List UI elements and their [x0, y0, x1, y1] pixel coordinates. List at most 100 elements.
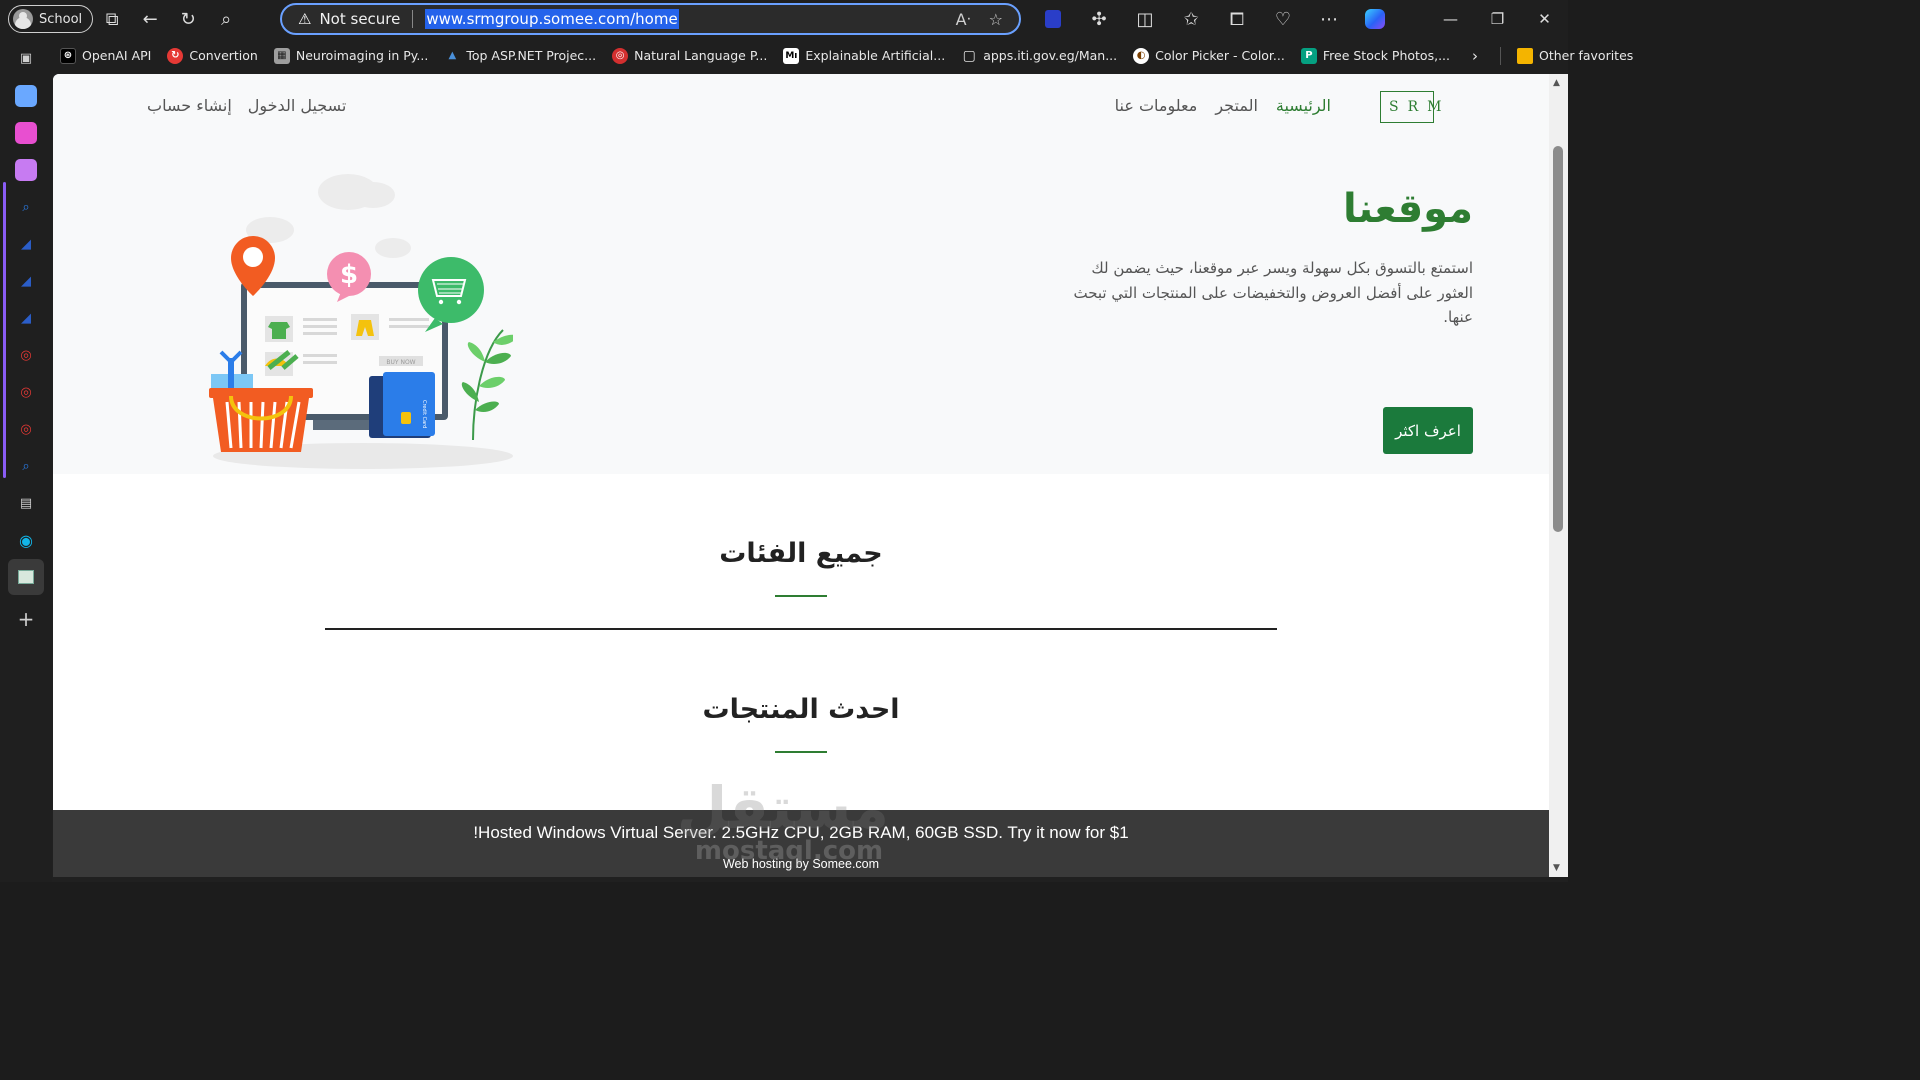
buy-now-label: BUY NOW [386, 359, 415, 366]
tab-current[interactable] [8, 559, 44, 595]
security-label[interactable]: Not secure [319, 10, 400, 28]
page-viewport: SRM الرئيسية المتجر معلومات عنا إنشاء حس… [53, 74, 1549, 877]
back-icon[interactable]: ← [131, 0, 169, 38]
close-icon[interactable]: ✕ [1521, 0, 1568, 38]
tab-site-2[interactable]: ◢ [8, 263, 44, 299]
nav-home-link[interactable]: الرئيسية [1276, 96, 1331, 115]
refresh-icon[interactable]: ↻ [169, 0, 207, 38]
site-navbar: SRM الرئيسية المتجر معلومات عنا إنشاء حس… [53, 74, 1549, 140]
tab-search-1[interactable]: ⌕ [8, 189, 44, 225]
scroll-down-icon[interactable]: ▼ [1553, 863, 1560, 873]
bookmark-label: Neuroimaging in Py... [295, 48, 429, 63]
favorites-separator [1500, 46, 1501, 65]
workspaces-icon[interactable]: ⧉ [93, 0, 131, 38]
svg-text:$: $ [340, 260, 358, 290]
profile-button[interactable]: School [8, 5, 94, 33]
bookmark-item[interactable]: ◐ Color Picker - Color... [1125, 42, 1293, 70]
scroll-up-icon[interactable]: ▲ [1553, 78, 1560, 88]
browser-window: School ⧉ ← ↻ ⌕ ⚠ Not secure www.srmgroup… [0, 0, 1633, 882]
folder-icon [1517, 47, 1533, 64]
latest-products-underline [775, 751, 827, 753]
address-actions: Aᐧ ☆ [956, 10, 1003, 29]
favorites-bar: ⊛ OpenAI API ↻ Convertion ▦ Neuroimaging in… [52, 38, 1633, 73]
chevron-right-icon[interactable]: › [1458, 47, 1492, 65]
bookmark-label: Top ASP.NET Projec... [466, 48, 597, 63]
split-screen-icon[interactable]: ◫ [1122, 0, 1168, 38]
hero-title: موقعنا [1343, 186, 1473, 232]
toolbar-extensions: ✣ ◫ ✩ ⧠ ♡ ⋯ [1030, 0, 1398, 38]
hero-section: موقعنا استمتع بالتسوق بكل سهولة ويسر عبر… [53, 140, 1549, 474]
bookmark-label: apps.iti.gov.eg/Man... [983, 48, 1118, 63]
favorites-overflow: › Other favorites [1458, 42, 1641, 70]
tab-media-2[interactable] [8, 115, 44, 151]
window-controls: — ❐ ✕ [1427, 0, 1568, 38]
tab-group-indicator [3, 182, 6, 478]
bookmark-label: Natural Language P... [634, 48, 768, 63]
url-text[interactable]: www.srmgroup.somee.com/home [425, 9, 679, 29]
bookmark-item[interactable]: P Free Stock Photos,... [1293, 42, 1458, 70]
search-icon[interactable]: ⌕ [207, 0, 245, 38]
browser-toolbar: School ⧉ ← ↻ ⌕ ⚠ Not secure www.srmgroup… [0, 0, 1568, 38]
tab-media-1[interactable] [8, 78, 44, 114]
tab-site-7[interactable]: ▤ [8, 485, 44, 521]
copilot-icon[interactable] [1352, 0, 1398, 38]
restore-icon[interactable]: ❐ [1474, 0, 1521, 38]
hero-description: استمتع بالتسوق بكل سهولة ويسر عبر موقعنا… [1073, 259, 1473, 326]
bookmark-item[interactable]: Mı Explainable Artificial... [775, 42, 953, 70]
nav-store-link[interactable]: المتجر [1215, 96, 1258, 115]
nav-links: الرئيسية المتجر معلومات عنا [1115, 96, 1331, 115]
bookmark-icon: ◐ [1133, 47, 1150, 64]
bookmark-item[interactable]: ▦ Neuroimaging in Py... [266, 42, 436, 70]
categories-title: جميع الفئات [719, 538, 883, 569]
learn-more-button[interactable]: اعرف اكثر [1383, 407, 1473, 454]
warning-icon: ⚠ [298, 10, 312, 28]
bookmark-icon: ◎ [612, 47, 629, 64]
new-tab-icon[interactable]: + [8, 601, 44, 637]
bookmark-label: Free Stock Photos,... [1322, 48, 1450, 63]
login-link[interactable]: تسجيل الدخول [248, 96, 347, 115]
extensions-puzzle-icon[interactable]: ✣ [1076, 0, 1122, 38]
nav-about-link[interactable]: معلومات عنا [1115, 96, 1198, 115]
bookmark-label: OpenAI API [82, 48, 152, 63]
credit-card-label: Credit Card [421, 400, 427, 428]
extension-shield-icon[interactable] [1030, 0, 1076, 38]
bookmark-icon: ▦ [273, 47, 290, 64]
page-scrollbar[interactable]: ▲ ▼ [1549, 74, 1568, 877]
tab-site-4[interactable]: ◎ [8, 337, 44, 373]
bookmark-item[interactable]: ⊛ OpenAI API [52, 42, 159, 70]
bookmark-item[interactable]: ▢ apps.iti.gov.eg/Man... [953, 42, 1125, 70]
bookmark-icon: ▢ [962, 47, 976, 64]
read-aloud-icon[interactable]: Aᐧ [956, 10, 971, 29]
tab-actions-icon[interactable]: ▣ [8, 40, 44, 76]
tab-site-8[interactable]: ◉ [8, 522, 44, 558]
register-link[interactable]: إنشاء حساب [147, 96, 232, 115]
tab-site-6[interactable]: ◎ [8, 411, 44, 447]
bookmark-icon: Mı [783, 47, 800, 64]
more-menu-icon[interactable]: ⋯ [1306, 0, 1352, 38]
tab-site-1[interactable]: ◢ [8, 226, 44, 262]
bookmark-item[interactable]: ↻ Convertion [159, 42, 265, 70]
bookmark-icon: ↻ [167, 47, 184, 64]
favorites-icon[interactable]: ✩ [1168, 0, 1214, 38]
tab-site-3[interactable]: ◢ [8, 300, 44, 336]
address-bar[interactable]: ⚠ Not secure www.srmgroup.somee.com/home… [280, 3, 1021, 35]
browser-essentials-icon[interactable]: ♡ [1260, 0, 1306, 38]
bookmark-item[interactable]: ▲ Top ASP.NET Projec... [436, 42, 604, 70]
collections-icon[interactable]: ⧠ [1214, 0, 1260, 38]
favorite-star-icon[interactable]: ☆ [989, 10, 1003, 29]
watermark-arabic: مستقل [676, 774, 889, 842]
other-favorites[interactable]: Other favorites [1509, 42, 1641, 70]
avatar [13, 9, 33, 29]
scrollbar-thumb[interactable] [1553, 146, 1563, 532]
bookmark-label: Color Picker - Color... [1155, 48, 1285, 63]
tab-site-5[interactable]: ◎ [8, 374, 44, 410]
shopping-illustration: BUY NOW Credit Card $ [209, 174, 513, 469]
tab-search-2[interactable]: ⌕ [8, 448, 44, 484]
bookmark-item[interactable]: ◎ Natural Language P... [604, 42, 775, 70]
minimize-icon[interactable]: — [1427, 0, 1474, 38]
bookmark-icon: ▲ [448, 50, 457, 61]
tab-media-3[interactable] [8, 152, 44, 188]
profile-label: School [39, 11, 83, 27]
site-logo[interactable]: SRM [1380, 91, 1441, 123]
watermark-latin: mostaql.com [694, 836, 884, 866]
